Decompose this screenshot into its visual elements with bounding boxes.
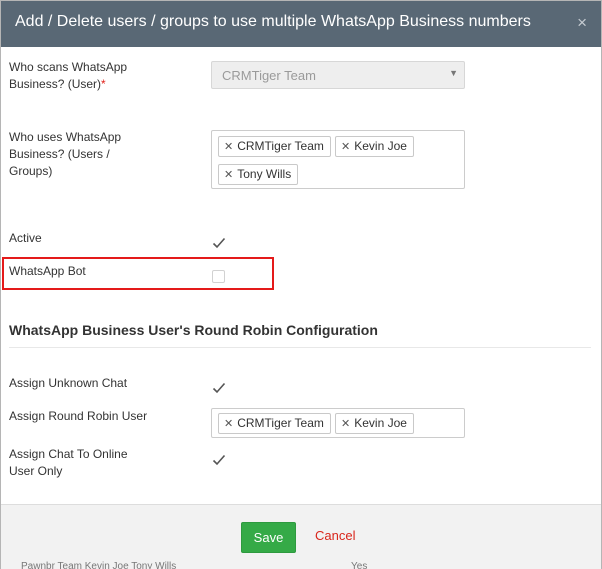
modal-footer: Save Cancel: [1, 504, 601, 569]
scan-user-select[interactable]: CRMTiger Team ▼: [211, 61, 465, 89]
save-button[interactable]: Save: [241, 522, 296, 553]
tag-crmtiger-team: ✕ CRMTiger Team: [218, 136, 331, 157]
tag-kevin-joe: ✕ Kevin Joe: [335, 136, 414, 157]
tag-label: Kevin Joe: [354, 139, 407, 153]
assign-online-label-line1: Assign Chat To Online: [9, 447, 128, 461]
tag-label: Kevin Joe: [354, 416, 407, 430]
scan-user-select-value: CRMTiger Team: [222, 68, 316, 83]
tag-kevin-joe: ✕ Kevin Joe: [335, 413, 414, 434]
tag-label: Tony Wills: [237, 167, 292, 181]
rr-user-multiselect[interactable]: ✕ CRMTiger Team ✕ Kevin Joe: [211, 408, 465, 438]
tag-remove-icon[interactable]: ✕: [341, 418, 350, 430]
tag-remove-icon[interactable]: ✕: [224, 169, 233, 181]
scan-user-label-text: Business? (User): [9, 77, 102, 91]
assign-online-label: Assign Chat To Online User Only: [9, 446, 128, 480]
check-icon[interactable]: [212, 453, 226, 467]
uses-label-line3: Groups): [9, 164, 53, 178]
whatsapp-bot-label: WhatsApp Bot: [9, 264, 86, 278]
tag-remove-icon[interactable]: ✕: [341, 141, 350, 153]
tag-tony-wills: ✕ Tony Wills: [218, 164, 299, 185]
required-mark: *: [101, 77, 106, 91]
assign-rr-user-label: Assign Round Robin User: [9, 409, 148, 423]
modal-header: Add / Delete users / groups to use multi…: [1, 1, 601, 47]
tag-remove-icon[interactable]: ✕: [224, 418, 233, 430]
background-row-value: Yes: [351, 561, 368, 569]
check-icon[interactable]: [212, 381, 226, 395]
scan-user-label-line1: Who scans WhatsApp: [9, 60, 128, 74]
cancel-link[interactable]: Cancel: [315, 528, 355, 543]
tag-label: CRMTiger Team: [237, 416, 324, 430]
close-icon[interactable]: ×: [577, 13, 587, 33]
assign-online-label-line2: User Only: [9, 464, 63, 478]
check-icon[interactable]: [212, 236, 226, 250]
uses-label: Who uses WhatsApp Business? (Users / Gro…: [9, 129, 121, 180]
whatsapp-bot-checkbox[interactable]: [212, 270, 225, 283]
assign-unknown-label: Assign Unknown Chat: [9, 376, 128, 390]
uses-label-line1: Who uses WhatsApp: [9, 130, 122, 144]
background-row-text: Pawnbr Team Kevin Joe Tony Wills: [21, 561, 177, 569]
tag-crmtiger-team: ✕ CRMTiger Team: [218, 413, 331, 434]
section-title: WhatsApp Business User's Round Robin Con…: [9, 322, 378, 338]
scan-user-label-line2: Business? (User)*: [9, 76, 127, 93]
tag-remove-icon[interactable]: ✕: [224, 141, 233, 153]
active-label: Active: [9, 231, 42, 245]
modal-title: Add / Delete users / groups to use multi…: [15, 13, 531, 30]
section-divider: [9, 347, 591, 348]
uses-multiselect[interactable]: ✕ CRMTiger Team ✕ Kevin Joe ✕ Tony Wills: [211, 130, 465, 189]
chevron-down-icon: ▼: [449, 68, 458, 78]
tag-label: CRMTiger Team: [237, 139, 324, 153]
uses-label-line2: Business? (Users /: [9, 147, 110, 161]
modal-dialog: Add / Delete users / groups to use multi…: [0, 0, 602, 569]
scan-user-label: Who scans WhatsApp Business? (User)*: [9, 59, 127, 93]
